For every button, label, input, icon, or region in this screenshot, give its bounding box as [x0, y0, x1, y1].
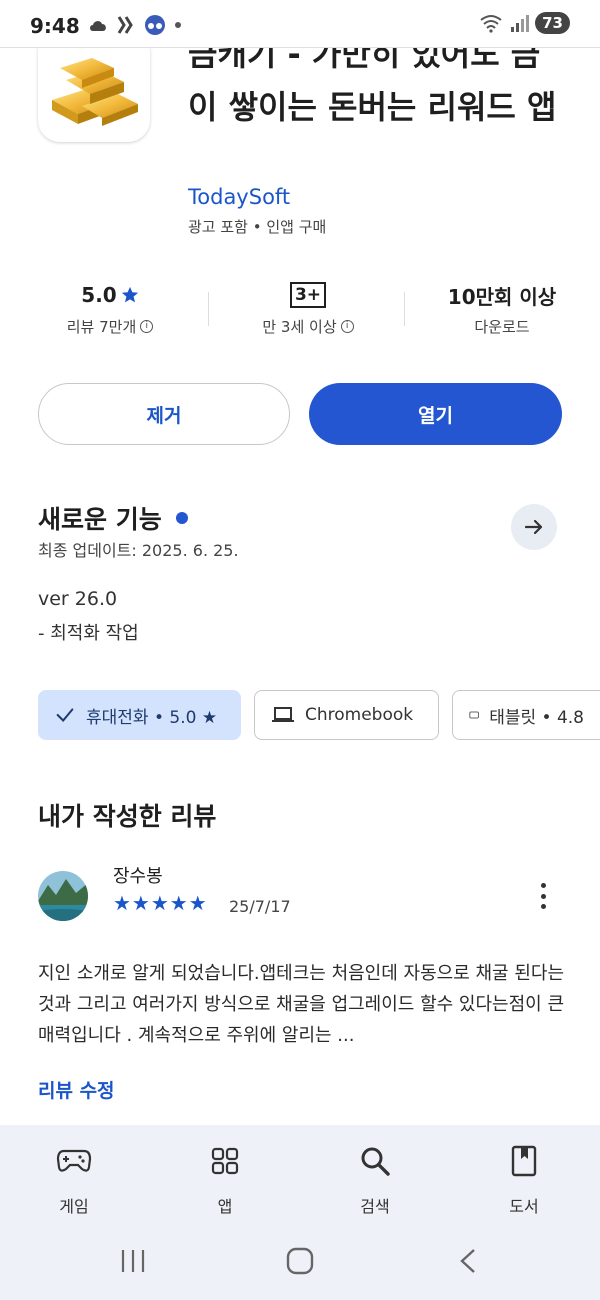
nav-search[interactable]: 검색 [330, 1143, 420, 1217]
info-icon: i [340, 320, 354, 333]
battery-indicator: 73 [535, 12, 570, 34]
system-nav-bar [0, 1225, 600, 1300]
book-icon [511, 1145, 537, 1177]
review-date: 25/7/17 [229, 897, 291, 916]
system-status-icons: 73 [479, 12, 570, 34]
notification-icons [88, 14, 182, 36]
nav-games-label: 게임 [59, 1197, 89, 1216]
cloud-icon [90, 21, 106, 31]
device-chip-chromebook-label: Chromebook [305, 705, 414, 725]
device-chip-chromebook[interactable]: Chromebook [254, 690, 439, 740]
open-button[interactable]: 열기 [309, 383, 562, 445]
arrow-right-icon [524, 519, 543, 535]
my-review-header: 내가 작성한 리뷰 [38, 797, 216, 833]
whats-new-header: 새로운 기능 [38, 500, 188, 536]
version-text: ver 26.0 [38, 588, 118, 610]
rating-label: 리뷰 7만개 [66, 318, 137, 336]
device-chip-tablet[interactable]: 태블릿 • 4.8 [452, 690, 600, 740]
whats-new-arrow-button[interactable] [511, 504, 557, 550]
nav-games[interactable]: 게임 [29, 1143, 119, 1217]
checkmark-icon [56, 708, 74, 722]
home-icon[interactable] [285, 1246, 315, 1276]
new-indicator-dot [175, 512, 188, 524]
header-divider [0, 47, 600, 48]
version-note: - 최적화 작업 [38, 623, 139, 644]
remove-button[interactable]: 제거 [38, 383, 290, 445]
device-chip-phone[interactable]: 휴대전화 • 5.0 ★ [38, 690, 241, 740]
developer-link[interactable]: TodaySoft [188, 185, 290, 209]
reviewer-avatar [38, 871, 88, 921]
status-bar: 9:48 73 [0, 0, 600, 48]
edit-review-link[interactable]: 리뷰 수정 [38, 1076, 115, 1103]
search-icon [361, 1147, 390, 1176]
tablet-icon [469, 711, 479, 719]
star-icon [121, 286, 138, 303]
more-options-icon[interactable] [530, 880, 556, 912]
app-meta: 광고 포함 • 인앱 구매 [188, 218, 327, 236]
device-chip-tablet-label: 태블릿 • 4.8 [489, 707, 584, 728]
landscape-photo [38, 871, 88, 921]
review-stars: ★★★★★ [113, 891, 208, 915]
device-chip-phone-label: 휴대전화 • 5.0 ★ [86, 707, 218, 728]
nav-apps-label: 앱 [217, 1197, 233, 1216]
nav-books-label: 도서 [509, 1197, 539, 1216]
review-text: 지인 소개로 알게 되었습니다.앱테크는 처음인데 자동으로 채굴 된다는것과 … [38, 963, 565, 1046]
app-notification-icon [117, 16, 133, 34]
downloads-value: 10만회 이상 [447, 284, 557, 309]
rating-value: 5.0 [81, 283, 117, 307]
age-label: 만 3세 이상 [262, 318, 337, 336]
nav-books[interactable]: 도서 [479, 1143, 569, 1217]
update-date: 최종 업데이트: 2025. 6. 25. [38, 541, 239, 560]
wifi-icon [480, 15, 502, 33]
nav-apps[interactable]: 앱 [180, 1143, 270, 1217]
dot-icon [175, 22, 181, 28]
stat-divider [404, 292, 405, 326]
stat-age[interactable]: 3+ 만 3세 이상 i [228, 280, 388, 337]
status-time: 9:48 [30, 14, 80, 38]
signal-icon [511, 15, 530, 32]
recents-icon[interactable] [118, 1247, 148, 1275]
app-stats: 5.0 리뷰 7만개 i 3+ 만 3세 이상 i 10만회 이상 다운로드 [0, 280, 600, 340]
whats-new-title: 새로운 기능 [38, 505, 162, 534]
info-icon: i [140, 320, 154, 333]
avatar-notification-icon [145, 15, 165, 35]
stat-downloads: 10만회 이상 다운로드 [422, 280, 582, 337]
apps-grid-icon [211, 1147, 239, 1175]
reviewer-name: 장수봉 [113, 866, 163, 887]
gamepad-icon [56, 1149, 92, 1172]
bottom-nav: 게임 앱 검색 도서 [0, 1125, 600, 1225]
laptop-icon [272, 707, 294, 722]
back-icon[interactable] [456, 1247, 480, 1275]
downloads-label: 다운로드 [474, 318, 530, 336]
my-review-title: 내가 작성한 리뷰 [38, 802, 217, 831]
stat-rating[interactable]: 5.0 리뷰 7만개 i [30, 280, 190, 337]
age-rating-badge: 3+ [289, 282, 327, 308]
stat-divider [208, 292, 209, 326]
nav-search-label: 검색 [360, 1197, 390, 1216]
